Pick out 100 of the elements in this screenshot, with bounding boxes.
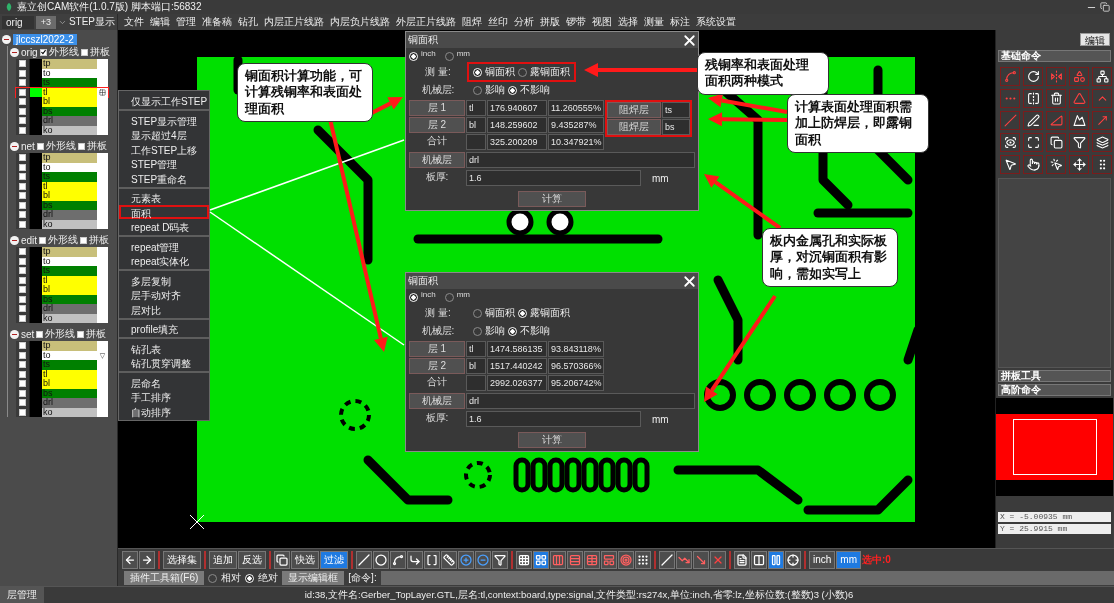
- menu-item[interactable]: repeat管理: [119, 238, 209, 253]
- layer-row[interactable]: tp: [16, 247, 108, 257]
- step-name[interactable]: orig: [21, 46, 38, 58]
- layer-row[interactable]: bl: [16, 285, 108, 295]
- tool-button[interactable]: 快选: [291, 550, 319, 569]
- menu-item[interactable]: 视图: [589, 14, 615, 30]
- menu-item[interactable]: 手工排序: [119, 389, 209, 404]
- menu-item[interactable]: repeat D码表: [119, 219, 209, 234]
- tool-button[interactable]: 追加: [209, 550, 237, 569]
- tool-button[interactable]: 反选: [238, 550, 266, 569]
- step-name[interactable]: set: [21, 328, 35, 340]
- menu-item[interactable]: 内层正片线路: [261, 14, 327, 30]
- layer-row[interactable]: bs: [16, 106, 108, 116]
- layer-manager-tab[interactable]: 层管理: [0, 586, 44, 603]
- menu-item[interactable]: 阻焊: [459, 14, 485, 30]
- section-header[interactable]: 高阶命令: [998, 384, 1111, 396]
- menu-item[interactable]: STEP显示管理: [119, 112, 209, 127]
- layer-row[interactable]: ts: [16, 360, 108, 370]
- menu-item[interactable]: 层手动对齐: [119, 287, 209, 302]
- menu-item[interactable]: 钻孔: [235, 14, 261, 30]
- layer-row[interactable]: bl: [16, 97, 108, 107]
- layer-row[interactable]: tl: [16, 369, 108, 379]
- menu-item[interactable]: 多层复制: [119, 272, 209, 287]
- menu-item[interactable]: 准备稿: [199, 14, 235, 30]
- layer-button[interactable]: 层 1: [409, 341, 465, 357]
- menu-item[interactable]: 层对比: [119, 301, 209, 316]
- layer-row[interactable]: tl: [16, 87, 108, 97]
- layer-row[interactable]: tp: [16, 153, 108, 163]
- layer-row[interactable]: drl: [16, 304, 108, 314]
- layer-row[interactable]: drl: [16, 398, 108, 408]
- step-select[interactable]: orig: [2, 15, 34, 29]
- thickness-field[interactable]: 1.6: [466, 411, 641, 427]
- menu-item[interactable]: 系统设置: [693, 14, 739, 30]
- layer-row[interactable]: tl: [16, 275, 108, 285]
- mech-layer-button[interactable]: 机械层: [409, 393, 465, 409]
- menu-item[interactable]: 内层负片线路: [327, 14, 393, 30]
- menu-item[interactable]: 拼版: [537, 14, 563, 30]
- layer-row[interactable]: bl: [16, 379, 108, 389]
- menu-item[interactable]: STEP重命名: [119, 170, 209, 185]
- layer-row[interactable]: ko: [16, 219, 108, 229]
- layer-row[interactable]: to: [16, 162, 108, 172]
- menu-item[interactable]: 钻孔表: [119, 340, 209, 355]
- menu-item[interactable]: 丝印: [485, 14, 511, 30]
- expand-button[interactable]: +3: [35, 15, 56, 29]
- menu-item[interactable]: 显示超过4层: [119, 127, 209, 142]
- section-header[interactable]: 基础命令: [998, 50, 1111, 62]
- menu-item[interactable]: 外层正片线路: [393, 14, 459, 30]
- layer-row[interactable]: tp: [16, 341, 108, 351]
- layer-row[interactable]: ko: [16, 125, 108, 135]
- step-name[interactable]: edit: [21, 234, 38, 246]
- layer-row[interactable]: tp: [16, 59, 108, 69]
- layer-row[interactable]: bs: [16, 294, 108, 304]
- layer-row[interactable]: drl: [16, 116, 108, 126]
- menu-item[interactable]: 管理: [173, 14, 199, 30]
- layer-row[interactable]: ts: [16, 172, 108, 182]
- menu-item[interactable]: 面积: [119, 204, 209, 219]
- compute-button[interactable]: 计算: [518, 191, 586, 207]
- layer-row[interactable]: to: [16, 68, 108, 78]
- menu-item[interactable]: 标注: [667, 14, 693, 30]
- menu-item[interactable]: profile填充: [119, 321, 209, 336]
- menu-item[interactable]: 锣带: [563, 14, 589, 30]
- menu-item[interactable]: 钻孔贯穿调整: [119, 355, 209, 370]
- layer-row[interactable]: to: [16, 256, 108, 266]
- menu-item[interactable]: 测量: [641, 14, 667, 30]
- layer-button[interactable]: 层 1: [409, 100, 465, 116]
- layer-row[interactable]: bs: [16, 200, 108, 210]
- tool-button[interactable]: mm: [836, 550, 862, 569]
- layer-row[interactable]: drl: [16, 210, 108, 220]
- layer-row[interactable]: ko: [16, 407, 108, 417]
- show-editor-button[interactable]: 显示编辑框: [282, 571, 345, 585]
- menu-item[interactable]: STEP管理: [119, 156, 209, 171]
- compute-button[interactable]: 计算: [518, 432, 586, 448]
- layer-row[interactable]: tl: [16, 181, 108, 191]
- step-name[interactable]: net: [21, 140, 35, 152]
- menu-item[interactable]: 元素表: [119, 190, 209, 205]
- layer-row[interactable]: ts: [16, 78, 108, 88]
- layer-row[interactable]: bs: [16, 388, 108, 398]
- menu-item[interactable]: 自动排序: [119, 403, 209, 418]
- mask-layer-button[interactable]: 阻焊层: [607, 119, 661, 135]
- edit-button[interactable]: 编辑: [1080, 33, 1110, 46]
- mask-layer-button[interactable]: 阻焊层: [607, 102, 661, 118]
- mech-layer-button[interactable]: 机械层: [409, 152, 465, 168]
- layer-row[interactable]: bl: [16, 191, 108, 201]
- section-header[interactable]: 拼板工具: [998, 370, 1111, 382]
- menu-item[interactable]: 工作STEP上移: [119, 141, 209, 156]
- plugin-toolbox-button[interactable]: 插件工具箱(F6): [124, 571, 205, 585]
- menu-item[interactable]: 文件: [121, 14, 147, 30]
- menu-item[interactable]: 选择: [615, 14, 641, 30]
- tool-button[interactable]: inch: [809, 550, 836, 569]
- thickness-field[interactable]: 1.6: [466, 170, 641, 186]
- menu-item[interactable]: 仅显示工作STEP: [119, 93, 209, 108]
- layer-button[interactable]: 层 2: [409, 358, 465, 374]
- tool-button[interactable]: 选择集: [163, 550, 201, 569]
- menu-item[interactable]: 分析: [511, 14, 537, 30]
- menu-item[interactable]: 编辑: [147, 14, 173, 30]
- menu-item[interactable]: repeat实体化: [119, 253, 209, 268]
- layer-row[interactable]: ko: [16, 313, 108, 323]
- tool-button[interactable]: 过滤: [320, 550, 348, 569]
- layer-row[interactable]: ts: [16, 266, 108, 276]
- layer-button[interactable]: 层 2: [409, 117, 465, 133]
